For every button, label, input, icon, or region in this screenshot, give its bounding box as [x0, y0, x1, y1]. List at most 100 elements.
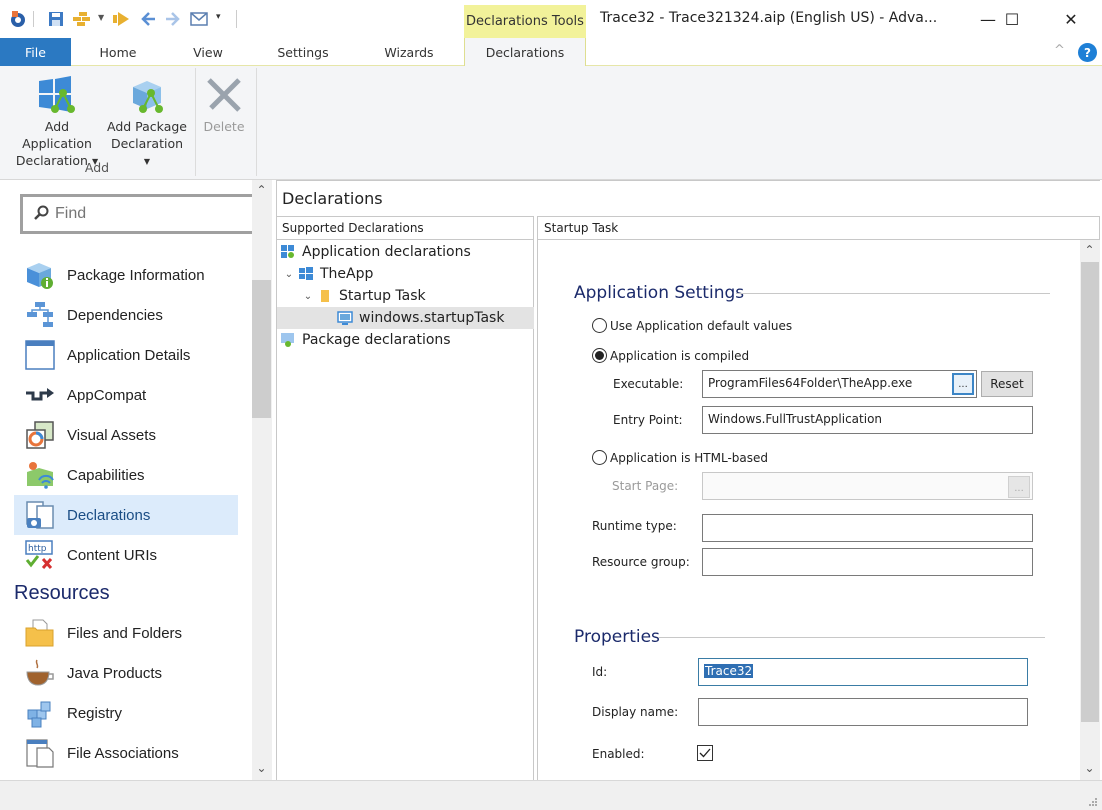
entry-point-label: Entry Point:: [613, 413, 683, 427]
save-icon[interactable]: [47, 10, 65, 28]
sidebar-item-declarations[interactable]: Declarations: [14, 495, 238, 535]
sidebar-item-label: Dependencies: [67, 306, 163, 324]
sidebar-item-files-and-folders[interactable]: Files and Folders: [14, 613, 238, 653]
app-logo-icon[interactable]: [9, 10, 27, 28]
application-compiled-radio[interactable]: Application is compiled: [592, 348, 749, 363]
tree-node-windows-startuptask[interactable]: windows.startupTask: [277, 307, 534, 329]
collapse-ribbon-icon[interactable]: ^: [1054, 43, 1065, 58]
tree-node-application-declarations[interactable]: Application declarations: [277, 241, 534, 263]
email-icon[interactable]: [190, 10, 208, 28]
sidebar-item-package-information[interactable]: Package Information: [14, 255, 238, 295]
radio-circle: [592, 450, 607, 465]
id-label: Id:: [592, 665, 608, 679]
application-html-radio[interactable]: Application is HTML-based: [592, 450, 768, 465]
tree-node-package-declarations[interactable]: Package declarations: [277, 329, 534, 351]
sidebar-item-file-associations[interactable]: File Associations: [14, 733, 238, 773]
scrollbar-thumb[interactable]: [1081, 262, 1099, 722]
expand-chevron-icon[interactable]: ⌄: [301, 291, 315, 302]
executable-field[interactable]: ProgramFiles64Folder\TheApp.exe: [702, 370, 977, 398]
run-icon[interactable]: [112, 10, 130, 28]
close-button[interactable]: ✕: [1048, 0, 1094, 38]
back-arrow-icon[interactable]: [139, 10, 157, 28]
expand-chevron-icon[interactable]: ⌄: [282, 269, 296, 280]
runtime-type-field[interactable]: [702, 514, 1033, 542]
section-divider: [736, 293, 1050, 294]
maximize-button[interactable]: ☐: [989, 0, 1035, 38]
context-tab-group-label: Declarations Tools: [464, 5, 586, 38]
add-package-declaration-label-2: Declaration: [110, 136, 184, 151]
resource-group-field[interactable]: [702, 548, 1033, 576]
tree-node-label: Startup Task: [339, 288, 426, 304]
application-settings-title: Application Settings: [574, 283, 745, 303]
sidebar-item-label: Visual Assets: [67, 426, 156, 444]
radio-circle: [592, 318, 607, 333]
sidebar-item-application-details[interactable]: Application Details: [14, 335, 238, 375]
sidebar-item-label: Registry: [67, 704, 123, 722]
enabled-label: Enabled:: [592, 747, 645, 761]
help-icon[interactable]: ?: [1078, 43, 1097, 62]
sidebar-item-label: AppCompat: [67, 386, 147, 404]
page-title: Declarations: [276, 180, 1100, 216]
sidebar-item-label: Capabilities: [67, 466, 145, 484]
radio-selected-dot: [595, 351, 604, 360]
tab-settings[interactable]: Settings: [264, 38, 342, 66]
sidebar-item-appcompat[interactable]: AppCompat: [14, 375, 238, 415]
sidebar-item-java-products[interactable]: Java Products: [14, 653, 238, 693]
executable-browse-button[interactable]: ...: [952, 373, 974, 395]
resize-grip-icon[interactable]: [1088, 796, 1098, 806]
build-icon[interactable]: [73, 10, 91, 28]
sidebar-item-capabilities[interactable]: Capabilities: [14, 455, 238, 495]
tab-home[interactable]: Home: [80, 38, 156, 66]
scroll-down-icon[interactable]: ⌄: [1080, 758, 1099, 778]
search-box[interactable]: [20, 194, 252, 234]
tree-node-theapp[interactable]: ⌄ TheApp: [277, 263, 534, 285]
sidebar-item-registry[interactable]: Registry: [14, 693, 238, 733]
sidebar-item-content-uris[interactable]: http Content URIs: [14, 535, 238, 575]
toolbar-separator: [236, 10, 237, 28]
left-panel-scrollbar[interactable]: ⌃ ⌄: [252, 180, 272, 780]
id-field[interactable]: Trace32: [698, 658, 1028, 686]
build-dropdown-icon[interactable]: ▼: [98, 13, 104, 22]
display-name-field[interactable]: [698, 698, 1028, 726]
add-package-declaration-button[interactable]: Add Package Declaration ▼: [106, 72, 188, 170]
start-page-field[interactable]: [702, 472, 1033, 500]
scroll-up-icon[interactable]: ⌃: [252, 180, 271, 200]
tree-node-startup-task[interactable]: ⌄ Startup Task: [277, 285, 534, 307]
sidebar-item-dependencies[interactable]: Dependencies: [14, 295, 238, 335]
add-application-declaration-icon: [8, 72, 106, 118]
customize-toolbar-icon[interactable]: ▾: [216, 12, 221, 22]
tab-declarations[interactable]: Declarations: [464, 38, 586, 67]
start-page-browse-button[interactable]: ...: [1008, 476, 1030, 498]
scroll-up-icon[interactable]: ⌃: [1080, 240, 1099, 260]
reset-button[interactable]: Reset: [981, 371, 1033, 397]
appcompat-icon: [24, 379, 56, 411]
properties-title: Properties: [574, 627, 660, 647]
tab-view[interactable]: View: [170, 38, 246, 66]
ribbon-tabs: File Home View Settings Wizards Declarat…: [0, 38, 1102, 67]
forward-arrow-icon[interactable]: [164, 10, 182, 28]
checkmark-icon: [699, 748, 711, 758]
search-input[interactable]: [55, 205, 235, 223]
add-package-declaration-icon: [106, 72, 188, 118]
window-title: Trace32 - Trace321324.aip (English US) -…: [600, 10, 938, 26]
runtime-type-label: Runtime type:: [592, 519, 677, 533]
add-application-declaration-button[interactable]: Add Application Declaration ▼: [8, 72, 106, 170]
use-default-values-radio[interactable]: Use Application default values: [592, 318, 792, 333]
sidebar-item-visual-assets[interactable]: Visual Assets: [14, 415, 238, 455]
registry-icon: [24, 697, 56, 729]
delete-button[interactable]: Delete: [198, 72, 250, 135]
scroll-down-icon[interactable]: ⌄: [252, 758, 271, 778]
package-information-icon: [24, 259, 56, 291]
windows-app-icon: [298, 266, 314, 282]
detail-scrollbar[interactable]: ⌃ ⌄: [1080, 240, 1100, 780]
tab-wizards[interactable]: Wizards: [370, 38, 448, 66]
scrollbar-thumb[interactable]: [252, 280, 271, 418]
ribbon-group-separator: [195, 68, 196, 176]
tab-file[interactable]: File: [0, 38, 71, 66]
application-details-icon: [24, 339, 56, 371]
enabled-checkbox[interactable]: [697, 745, 713, 761]
start-page-label: Start Page:: [612, 479, 679, 493]
entry-point-field[interactable]: Windows.FullTrustApplication: [702, 406, 1033, 434]
ribbon-group-separator: [256, 68, 257, 176]
startup-task-details: Application Settings Use Application def…: [537, 240, 1100, 780]
